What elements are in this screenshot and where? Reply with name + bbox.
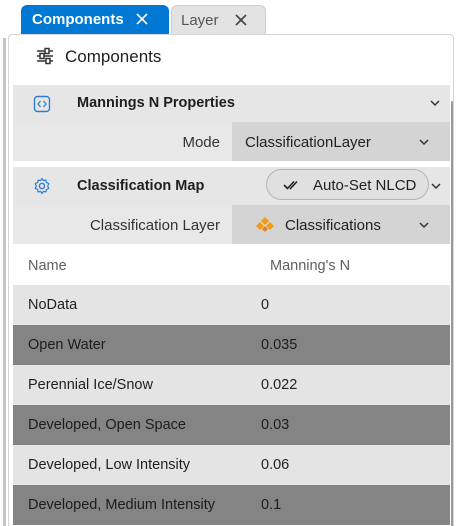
row-value[interactable]: 0.022: [261, 377, 297, 393]
section-title: Classification Map: [77, 178, 205, 194]
row-name: Developed, Open Space: [28, 417, 186, 433]
classification-layer-value: Classifications: [285, 217, 381, 234]
tab-strip: Components Layer: [0, 0, 456, 34]
mannings-section-header[interactable]: Mannings N Properties: [13, 85, 450, 122]
column-header-name[interactable]: Name: [28, 258, 67, 274]
table-row[interactable]: Developed, Low Intensity 0.06: [13, 445, 450, 485]
table-row[interactable]: Developed, Medium Intensity 0.1: [13, 485, 450, 525]
tab-label: Layer: [181, 11, 219, 29]
row-value[interactable]: 0.035: [261, 337, 297, 353]
row-value[interactable]: 0.03: [261, 417, 289, 433]
classification-section-header[interactable]: Classification Map Auto-Set NLCD: [13, 167, 450, 205]
row-name: NoData: [28, 297, 78, 313]
row-name: Open Water: [28, 337, 106, 353]
section-title: Mannings N Properties: [77, 95, 235, 111]
column-header-mannings-n[interactable]: Manning's N: [270, 258, 350, 274]
double-check-icon: [283, 177, 301, 193]
layer-diamonds-icon: [255, 216, 275, 234]
tab-layer[interactable]: Layer: [171, 5, 266, 34]
row-value[interactable]: 0: [261, 297, 269, 313]
button-label: Auto-Set NLCD: [313, 177, 417, 194]
sliders-icon: [35, 46, 55, 66]
chevron-down-icon[interactable]: [428, 96, 442, 110]
table-row[interactable]: Developed, Open Space 0.03: [13, 405, 450, 445]
table-row[interactable]: Open Water 0.035: [13, 325, 450, 365]
mode-dropdown[interactable]: ClassificationLayer: [232, 122, 450, 161]
close-icon[interactable]: [134, 11, 150, 27]
chevron-down-icon[interactable]: [417, 218, 431, 232]
table-row[interactable]: Perennial Ice/Snow 0.022: [13, 365, 450, 405]
classification-layer-dropdown[interactable]: Classifications: [232, 205, 450, 244]
code-brackets-icon: [33, 95, 51, 113]
chevron-down-icon[interactable]: [429, 179, 443, 193]
row-name: Developed, Medium Intensity: [28, 497, 215, 513]
panel-header: Components: [9, 35, 453, 81]
panel-title: Components: [65, 47, 162, 66]
tab-components[interactable]: Components: [21, 5, 169, 34]
tab-label: Components: [32, 11, 124, 28]
close-icon[interactable]: [233, 12, 249, 28]
table-row[interactable]: NoData 0: [13, 285, 450, 325]
chevron-down-icon[interactable]: [417, 135, 431, 149]
row-value[interactable]: 0.06: [261, 457, 289, 473]
row-value[interactable]: 0.1: [261, 497, 281, 513]
vertical-scrollbar[interactable]: [451, 101, 453, 526]
mode-label-cell: Mode: [13, 122, 232, 161]
left-rail: [3, 38, 6, 526]
mode-label: Mode: [182, 134, 220, 151]
gear-icon: [33, 177, 51, 195]
auto-set-nlcd-button[interactable]: Auto-Set NLCD: [266, 169, 429, 200]
row-name: Perennial Ice/Snow: [28, 377, 153, 393]
row-name: Developed, Low Intensity: [28, 457, 191, 473]
classification-layer-label: Classification Layer: [89, 217, 220, 234]
mode-value: ClassificationLayer: [245, 134, 371, 151]
table-header: Name Manning's N: [13, 246, 450, 284]
classification-layer-label-cell: Classification Layer: [13, 205, 232, 244]
